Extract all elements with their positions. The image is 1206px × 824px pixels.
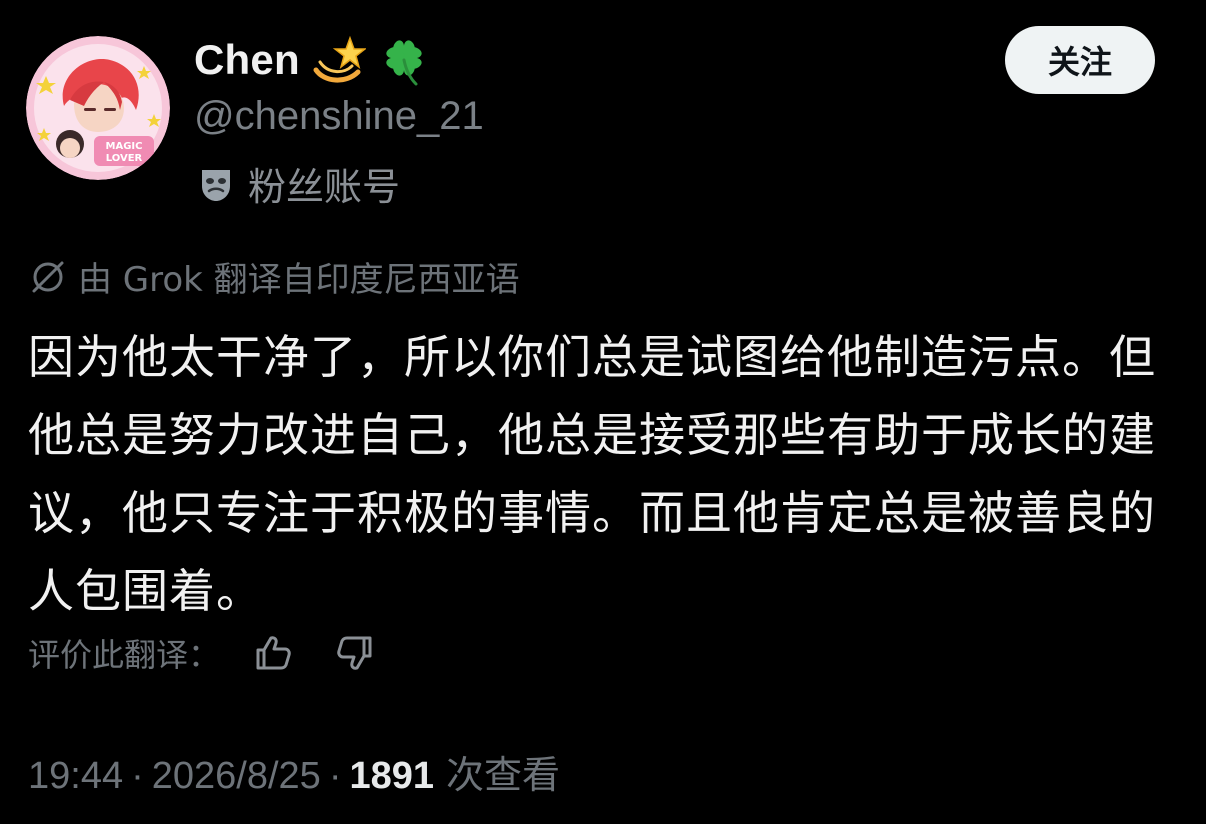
tweet-text: 因为他太干净了，所以你们总是试图给他制造污点。但他总是努力改进自己，他总是接受那… — [28, 330, 1156, 618]
translation-notice[interactable]: 由 Grok 翻译自印度尼西亚语 — [28, 252, 520, 301]
tweet-meta: 19:44 · 2026/8/25 · 1891 次查看 — [28, 744, 560, 799]
rate-translation-row: 评价此翻译： — [28, 630, 414, 676]
dizzy-star-icon — [310, 32, 367, 88]
meta-separator: · — [328, 755, 342, 797]
tweet-date[interactable]: 2026/8/25 — [152, 755, 321, 798]
avatar-text-line1: MAGIC — [106, 141, 143, 152]
fan-account-label: 粉丝账号 — [248, 165, 401, 209]
translate-circle-slash-icon — [28, 257, 68, 297]
views-label: 次查看 — [446, 753, 561, 797]
tweet-time[interactable]: 19:44 — [28, 755, 123, 798]
fan-account-badge: 粉丝账号 — [196, 156, 400, 211]
rate-translation-label: 评价此翻译： — [28, 636, 221, 674]
avatar[interactable]: MAGIC LOVER — [26, 36, 170, 180]
four-leaf-clover-icon — [376, 32, 432, 88]
display-name[interactable]: Chen — [194, 36, 300, 84]
thumbs-up-icon[interactable] — [250, 630, 296, 676]
thumbs-down-icon[interactable] — [332, 630, 378, 676]
theater-mask-icon — [196, 164, 236, 204]
meta-separator: · — [131, 755, 144, 797]
avatar-text-line2: LOVER — [106, 153, 143, 164]
views-count: 1891 — [349, 755, 435, 797]
translation-notice-text: 由 Grok 翻译自印度尼西亚语 — [78, 260, 520, 300]
display-name-row: Chen — [194, 30, 432, 90]
avatar-image: MAGIC LOVER — [26, 36, 170, 180]
follow-button[interactable]: 关注 — [1005, 26, 1155, 94]
user-handle[interactable]: @chenshine_21 — [194, 94, 484, 139]
